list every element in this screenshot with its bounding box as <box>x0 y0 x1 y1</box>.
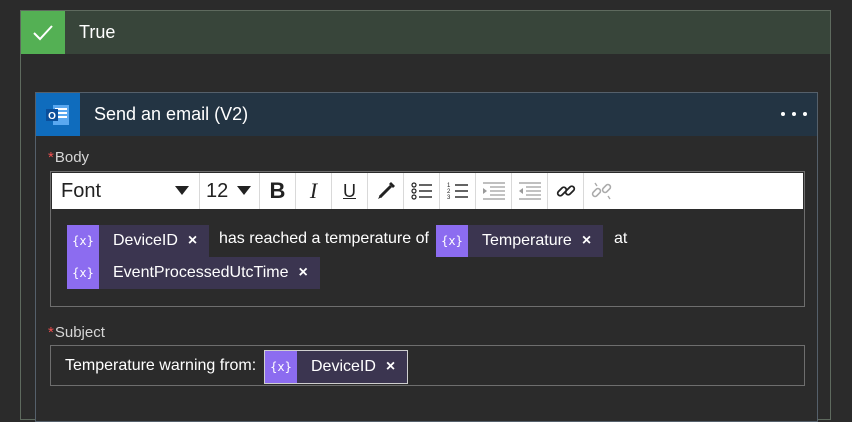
underline-icon[interactable]: U <box>332 173 368 209</box>
send-email-action: O Send an email (V2) *Body Font 12 B I U <box>35 92 818 422</box>
token-device-id[interactable]: {x} DeviceID × <box>67 225 210 257</box>
unlink-icon[interactable] <box>584 173 620 209</box>
font-size-dropdown[interactable]: 12 <box>200 173 260 209</box>
highlight-icon[interactable] <box>368 173 404 209</box>
remove-token-icon[interactable]: × <box>376 358 407 376</box>
dynamic-content-icon: {x} <box>265 351 297 383</box>
body-text: at <box>614 230 628 247</box>
token-temperature[interactable]: {x} Temperature × <box>436 225 604 257</box>
action-header[interactable]: O Send an email (V2) <box>36 93 817 136</box>
remove-token-icon[interactable]: × <box>572 232 603 250</box>
chevron-down-icon <box>237 186 251 195</box>
outlook-icon: O <box>36 93 80 136</box>
italic-icon[interactable]: I <box>296 173 332 209</box>
body-editor[interactable]: Font 12 B I U 1 2 3 {x} DeviceID × has r… <box>50 171 805 307</box>
condition-title: True <box>79 22 116 42</box>
checkmark-icon <box>21 11 65 54</box>
subject-field[interactable]: Temperature warning from: {x} DeviceID × <box>50 345 805 386</box>
svg-text:3: 3 <box>447 195 451 200</box>
bold-icon[interactable]: B <box>260 173 296 209</box>
condition-header[interactable]: True <box>21 11 830 54</box>
required-marker: * <box>48 324 54 341</box>
font-dropdown[interactable]: Font <box>52 173 200 209</box>
link-icon[interactable] <box>548 173 584 209</box>
subject-label: *Subject <box>48 324 105 341</box>
dynamic-content-icon: {x} <box>67 257 99 289</box>
remove-token-icon[interactable]: × <box>288 264 319 282</box>
svg-text:O: O <box>48 111 56 122</box>
rich-text-toolbar: Font 12 B I U 1 2 3 <box>52 173 803 209</box>
more-options-icon[interactable] <box>781 103 807 125</box>
body-label: *Body <box>48 149 90 166</box>
increase-indent-icon[interactable] <box>512 173 548 209</box>
subject-text: Temperature warning from: <box>65 357 257 374</box>
remove-token-icon[interactable]: × <box>178 232 209 250</box>
token-device-id[interactable]: {x} DeviceID × <box>264 350 409 384</box>
dynamic-content-icon: {x} <box>436 225 468 257</box>
decrease-indent-icon[interactable] <box>476 173 512 209</box>
numbered-list-icon[interactable]: 1 2 3 <box>440 173 476 209</box>
token-event-processed-utc-time[interactable]: {x} EventProcessedUtcTime × <box>67 257 320 289</box>
dynamic-content-icon: {x} <box>67 225 99 257</box>
body-text: has reached a temperature of <box>219 230 429 247</box>
bullet-list-icon[interactable] <box>404 173 440 209</box>
chevron-down-icon <box>175 186 189 195</box>
required-marker: * <box>48 149 54 166</box>
action-title: Send an email (V2) <box>94 104 249 124</box>
